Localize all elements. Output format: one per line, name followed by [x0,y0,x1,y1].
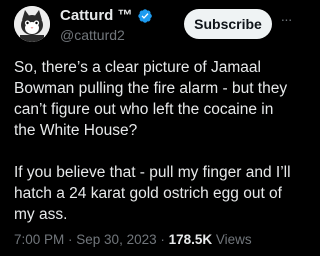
tweet-paragraph: So, there’s a clear picture of Jamaal Bo… [14,59,288,139]
subscribe-button[interactable]: Subscribe [184,9,272,39]
tweet-text: So, there’s a clear picture of Jamaal Bo… [14,57,294,225]
views-label: Views [212,232,252,247]
author-handle[interactable]: @catturd2 [60,26,153,44]
author-names: Catturd ™ @catturd2 [60,7,153,44]
tweet-date[interactable]: Sep 30, 2023 [76,232,156,247]
cat-avatar-icon[interactable] [14,6,50,42]
author-display-name[interactable]: Catturd ™ [60,7,153,25]
views-count: 178.5K [168,232,213,247]
tweet-header: Catturd ™ @catturd2 Subscribe ··· [14,6,293,46]
tweet-paragraph: If you believe that - pull my finger and… [14,164,291,223]
more-options-icon[interactable]: ··· [278,12,294,28]
verified-badge-icon [137,8,153,24]
tweet-time[interactable]: 7:00 PM [14,232,64,247]
tweet-card: Catturd ™ @catturd2 Subscribe ··· So, th… [0,0,300,256]
author-display-name-text: Catturd ™ [60,7,133,24]
tweet-meta: 7:00 PM · Sep 30, 2023 · 178.5K Views [14,232,294,247]
meta-separator: · [156,232,169,247]
meta-separator: · [64,232,77,247]
